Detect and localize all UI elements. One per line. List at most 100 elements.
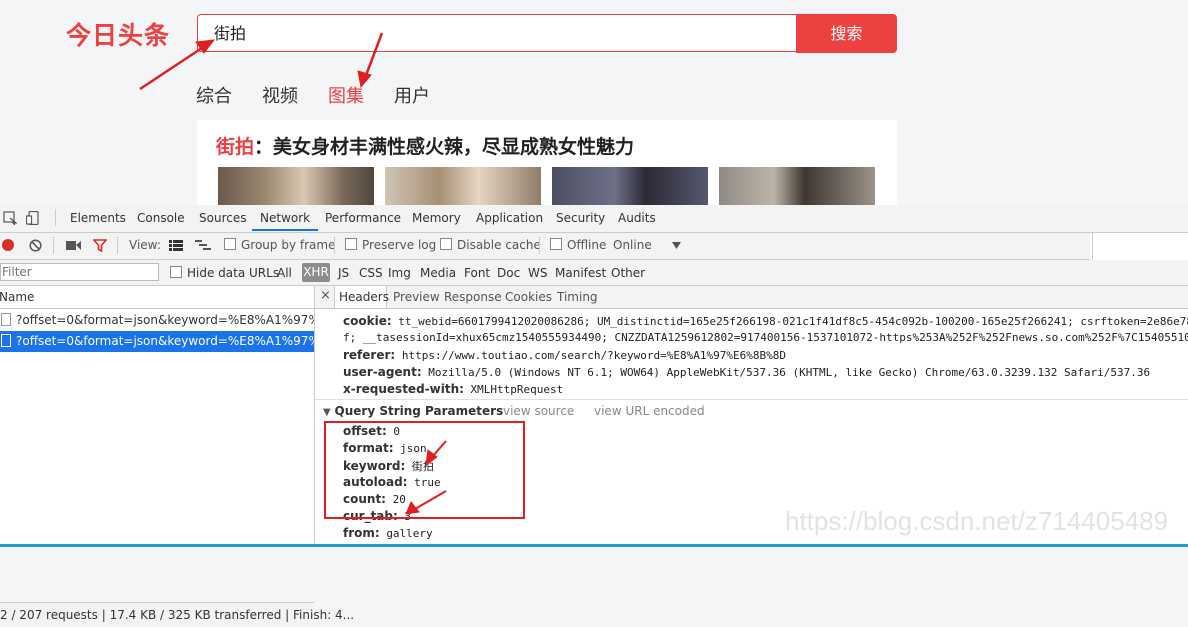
tab-performance[interactable]: Performance <box>325 211 401 225</box>
header-value: f; __tasessionId=xhux65cmz1540555934490;… <box>343 331 1188 344</box>
network-toolbar: View: Group by frame Preserve log Disabl… <box>0 233 1090 260</box>
preserve-log-checkbox[interactable] <box>345 238 357 250</box>
header-row-user-agent: user-agent: Mozilla/5.0 (Windows NT 6.1;… <box>343 365 1150 379</box>
group-by-frame-option[interactable]: Group by frame <box>224 238 335 252</box>
search-input[interactable] <box>198 15 774 49</box>
search-tabs: 综合 视频 图集 用户 <box>196 82 460 108</box>
clear-icon[interactable] <box>29 239 42 252</box>
record-icon[interactable] <box>2 239 14 251</box>
group-by-frame-checkbox[interactable] <box>224 238 236 250</box>
filter-css[interactable]: CSS <box>359 266 383 280</box>
header-value: Mozilla/5.0 (Windows NT 6.1; WOW64) Appl… <box>428 366 1151 379</box>
param-key: keyword: <box>343 459 406 473</box>
devtools-tabbar: Elements Console Sources Network Perform… <box>0 205 1188 233</box>
hide-data-urls-checkbox[interactable] <box>170 266 182 278</box>
view-url-encoded-link[interactable]: view URL encoded <box>594 404 705 418</box>
disable-cache-checkbox[interactable] <box>440 238 452 250</box>
tab-video[interactable]: 视频 <box>262 82 298 108</box>
request-row[interactable]: ?offset=0&format=json&keyword=%E8%A1%97%… <box>0 310 314 331</box>
tab-elements[interactable]: Elements <box>70 211 126 225</box>
hide-data-urls-option[interactable]: Hide data URLs <box>170 266 279 280</box>
filter-manifest[interactable]: Manifest <box>555 266 606 280</box>
tab-memory[interactable]: Memory <box>412 211 461 225</box>
filter-input[interactable] <box>0 263 159 281</box>
network-summary: 2 / 207 requests | 17.4 KB / 325 KB tran… <box>0 602 354 627</box>
offline-option[interactable]: Offline <box>550 238 606 252</box>
param-row-count: count: 20 <box>343 492 406 506</box>
waterfall-view-icon[interactable] <box>195 240 211 251</box>
filter-js[interactable]: JS <box>338 266 349 280</box>
tab-timing[interactable]: Timing <box>557 290 598 304</box>
filter-doc[interactable]: Doc <box>497 266 520 280</box>
param-value: 街拍 <box>411 460 434 473</box>
param-key: autoload: <box>343 475 408 489</box>
header-value: https://www.toutiao.com/search/?keyword=… <box>401 349 786 362</box>
param-key: format: <box>343 441 394 455</box>
tab-security[interactable]: Security <box>556 211 605 225</box>
tab-cookies[interactable]: Cookies <box>505 290 552 304</box>
selected-tab-indicator <box>252 229 318 231</box>
tab-audits[interactable]: Audits <box>618 211 656 225</box>
preserve-log-option[interactable]: Preserve log <box>345 238 436 252</box>
tab-console[interactable]: Console <box>137 211 185 225</box>
tab-users[interactable]: 用户 <box>394 82 430 108</box>
filter-other[interactable]: Other <box>611 266 645 280</box>
request-detail: × Headers Preview Response Cookies Timin… <box>315 286 1188 547</box>
param-row-autoload: autoload: true <box>343 475 441 489</box>
tab-response[interactable]: Response <box>444 290 502 304</box>
thumbnail-image[interactable] <box>218 167 374 205</box>
param-value: gallery <box>386 527 433 540</box>
filter-all[interactable]: All <box>277 266 292 280</box>
tab-network[interactable]: Network <box>260 211 310 225</box>
thumbnail-image[interactable] <box>385 167 541 205</box>
name-column-header[interactable]: Name <box>0 290 34 304</box>
site-logo[interactable]: 今日头条 <box>66 16 170 52</box>
search-button[interactable]: 搜索 <box>796 14 897 53</box>
filter-img[interactable]: Img <box>388 266 411 280</box>
tab-sources[interactable]: Sources <box>199 211 246 225</box>
throttling-select[interactable]: Online <box>613 238 652 252</box>
view-label: View: <box>129 238 161 252</box>
inspect-element-icon[interactable] <box>3 211 17 225</box>
param-row-offset: offset: 0 <box>343 424 400 438</box>
query-string-section[interactable]: ▼ Query String Parameters view source vi… <box>323 404 705 418</box>
filter-media[interactable]: Media <box>420 266 456 280</box>
header-key: x-requested-with: <box>343 382 464 396</box>
result-title[interactable]: 街拍：美女身材丰满性感火辣，尽显成熟女性魅力 <box>216 132 634 159</box>
filter-xhr[interactable]: XHR <box>302 263 330 282</box>
thumbnail-image[interactable] <box>719 167 875 205</box>
tab-comprehensive[interactable]: 综合 <box>196 82 232 108</box>
hide-data-urls-label: Hide data URLs <box>187 266 280 280</box>
screenshot-camera-icon[interactable] <box>66 240 81 251</box>
header-row-cookie-cont: f; __tasessionId=xhux65cmz1540555934490;… <box>343 331 1188 344</box>
request-row-selected[interactable]: ?offset=0&format=json&keyword=%E8%A1%97%… <box>0 331 314 352</box>
summary-text: 2 / 207 requests | 17.4 KB / 325 KB tran… <box>0 608 355 622</box>
param-value: 20 <box>392 493 406 506</box>
view-source-link[interactable]: view source <box>503 404 574 418</box>
param-row-from: from: gallery <box>343 526 433 540</box>
filter-ws[interactable]: WS <box>528 266 547 280</box>
result-card[interactable]: 街拍：美女身材丰满性感火辣，尽显成熟女性魅力 <box>197 120 897 205</box>
preserve-log-label: Preserve log <box>362 238 437 252</box>
tab-gallery[interactable]: 图集 <box>328 82 364 108</box>
filter-font[interactable]: Font <box>464 266 490 280</box>
expand-triangle-icon[interactable]: ▼ <box>323 407 331 418</box>
filter-bar: Hide data URLs All XHR JS CSS Img Media … <box>0 260 1188 286</box>
request-list-header: Name <box>0 286 314 309</box>
tab-preview[interactable]: Preview <box>393 290 440 304</box>
thumbnail-image[interactable] <box>552 167 708 205</box>
tab-headers[interactable]: Headers <box>339 290 389 304</box>
tab-application[interactable]: Application <box>476 211 543 225</box>
result-keyword: 街拍 <box>216 136 255 158</box>
header-key: referer: <box>343 348 396 362</box>
filter-funnel-icon[interactable] <box>93 239 107 252</box>
offline-checkbox[interactable] <box>550 238 562 250</box>
disable-cache-option[interactable]: Disable cache <box>440 238 541 252</box>
list-view-icon[interactable] <box>169 240 183 251</box>
disable-cache-label: Disable cache <box>457 238 541 252</box>
device-toolbar-icon[interactable] <box>26 211 40 225</box>
toutiao-search-page: 今日头条 搜索 综合 视频 图集 用户 街拍：美女身材丰满性感火辣，尽显成熟女性魅力 <box>0 0 1188 205</box>
dropdown-arrow-icon[interactable] <box>672 242 681 249</box>
search-box <box>197 14 796 52</box>
close-icon[interactable]: × <box>320 288 331 303</box>
